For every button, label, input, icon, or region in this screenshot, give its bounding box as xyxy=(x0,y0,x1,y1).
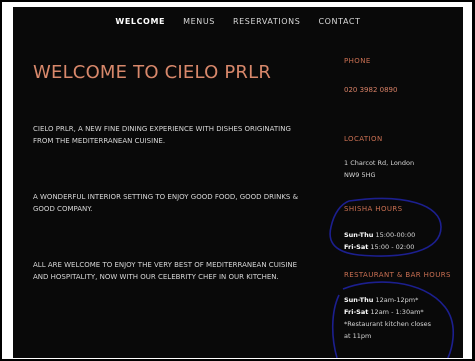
restaurant-circle-annotation xyxy=(331,281,455,358)
hand-drawn-circles xyxy=(329,197,455,358)
shisha-circle-annotation xyxy=(329,197,442,257)
photo-frame: WELCOME MENUS RESERVATIONS CONTACT WELCO… xyxy=(0,0,475,361)
website-screen: WELCOME MENUS RESERVATIONS CONTACT WELCO… xyxy=(13,7,463,358)
